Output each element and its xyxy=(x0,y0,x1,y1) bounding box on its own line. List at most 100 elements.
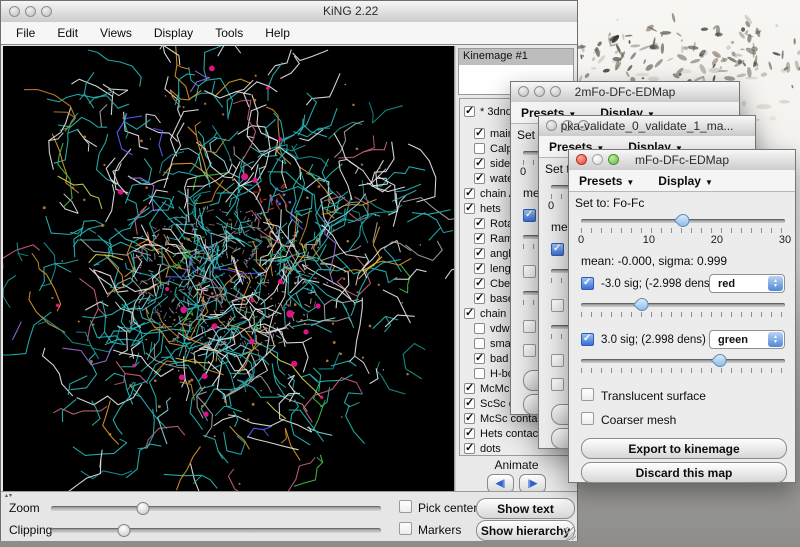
king-titlebar[interactable]: KiNG 2.22 xyxy=(1,1,577,23)
tree-checkbox-chain-b[interactable] xyxy=(464,308,475,319)
tree-checkbox-mcsc-contacts[interactable] xyxy=(464,413,475,424)
menu-views[interactable]: Views xyxy=(89,26,143,40)
tree-checkbox-scsc-contacts[interactable] xyxy=(464,398,475,409)
translucent-checkbox[interactable] xyxy=(523,320,536,333)
coarser-checkbox[interactable] xyxy=(523,344,536,357)
discard-this-map-button[interactable]: Discard this map xyxy=(581,462,787,483)
resize-grip[interactable] xyxy=(563,527,576,540)
window-title: KiNG 2.22 xyxy=(323,4,378,18)
menu-label: Presets xyxy=(579,174,622,188)
tree-checkbox-angle-dev[interactable] xyxy=(474,248,485,259)
close-button-icon[interactable] xyxy=(9,6,20,17)
menu-display[interactable]: Display xyxy=(143,26,204,40)
contour-slider-1-track[interactable] xyxy=(581,359,785,363)
window-title: pka-validate_0_validate_1_ma... xyxy=(539,119,755,133)
markers-checkbox[interactable] xyxy=(399,522,412,535)
tree-label: dots xyxy=(480,443,501,455)
coarser-checkbox[interactable] xyxy=(581,412,594,425)
titlebar[interactable]: mFo-DFc-EDMap xyxy=(569,150,795,171)
tree-checkbox-3dnd[interactable] xyxy=(464,106,475,117)
minimize-button-icon[interactable] xyxy=(25,6,36,17)
contour-checkbox-0[interactable] xyxy=(523,209,536,222)
screen: KiNG 2.22 FileEditViewsDisplayToolsHelp … xyxy=(0,0,800,547)
contour-label-1: 3.0 sig; (2.998 dens) xyxy=(601,334,699,348)
translucent-label: Translucent surface xyxy=(601,389,785,403)
tree-checkbox-rota-outliers[interactable] xyxy=(474,218,485,229)
contour-checkbox-1[interactable] xyxy=(551,299,564,312)
color-select-1[interactable]: green▲▼ xyxy=(709,330,785,349)
tree-checkbox-sidechains[interactable] xyxy=(474,158,485,169)
window-title: 2mFo-DFc-EDMap xyxy=(511,85,739,99)
menu-display[interactable]: Display ▼ xyxy=(658,174,713,188)
tree-checkbox-rama-outliers[interactable] xyxy=(474,233,485,244)
level-slider-thumb[interactable] xyxy=(674,211,692,229)
menu-presets[interactable]: Presets ▼ xyxy=(579,174,634,188)
tree-checkbox-chain-a[interactable] xyxy=(464,188,475,199)
tree-checkbox-h-bonds[interactable] xyxy=(474,368,485,379)
tree-checkbox-hets[interactable] xyxy=(464,203,475,214)
tree-checkbox-waters[interactable] xyxy=(474,173,485,184)
contour-checkbox-0[interactable] xyxy=(551,243,564,256)
color-select-value: red xyxy=(718,278,735,290)
menu-tools[interactable]: Tools xyxy=(204,26,254,40)
tree-label: * 3dnd xyxy=(480,106,512,118)
export-to-kinemage-button[interactable]: Export to kinemage xyxy=(581,438,787,459)
translucent-checkbox[interactable] xyxy=(581,388,594,401)
contour-slider-1-thumb[interactable] xyxy=(711,351,729,369)
tree-checkbox-base-p-perp[interactable] xyxy=(474,293,485,304)
pick-center-checkbox[interactable] xyxy=(399,500,412,513)
contour-slider-0-thumb[interactable] xyxy=(633,295,651,313)
tree-checkbox-length-dev[interactable] xyxy=(474,263,485,274)
markers-label: Markers xyxy=(418,523,461,537)
level-slider-ticks xyxy=(581,228,785,233)
tree-checkbox-small-overlap[interactable] xyxy=(474,338,485,349)
mean-sigma-label: mean: -0.000, sigma: 0.999 xyxy=(581,254,785,268)
tick-label: 0 xyxy=(578,234,584,246)
tick-label: 30 xyxy=(779,234,791,246)
tree-checkbox-vdw-contact[interactable] xyxy=(474,323,485,334)
menu-help[interactable]: Help xyxy=(254,26,301,40)
show-text-button[interactable]: Show text xyxy=(476,498,575,519)
menu-edit[interactable]: Edit xyxy=(46,26,89,40)
select-stepper-icon: ▲▼ xyxy=(768,276,783,291)
titlebar[interactable]: 2mFo-DFc-EDMap xyxy=(511,82,739,103)
contour-slider-0-track[interactable] xyxy=(581,303,785,307)
tree-checkbox-cbeta-dev[interactable] xyxy=(474,278,485,289)
dropdown-arrow-icon: ▼ xyxy=(705,178,713,187)
coarser-label: Coarser mesh xyxy=(601,413,785,427)
tree-checkbox-dots[interactable] xyxy=(464,443,475,454)
set-to-label: Set to: Fo-Fc xyxy=(575,196,791,210)
tick-label: 0 xyxy=(520,166,526,178)
color-select-0[interactable]: red ▲▼ xyxy=(709,274,785,293)
tree-checkbox-calphas[interactable] xyxy=(474,143,485,154)
titlebar[interactable]: pka-validate_0_validate_1_ma... xyxy=(539,116,755,137)
clipping-slider-track[interactable] xyxy=(51,528,381,533)
zoom-button-icon[interactable] xyxy=(41,6,52,17)
translucent-checkbox[interactable] xyxy=(551,354,564,367)
zoom-slider-track[interactable] xyxy=(51,506,381,511)
clipping-slider-thumb[interactable] xyxy=(117,524,130,537)
contour-checkbox-0[interactable] xyxy=(581,277,594,290)
dropdown-arrow-icon: ▼ xyxy=(626,178,634,187)
tree-checkbox-mainchain[interactable] xyxy=(474,128,485,139)
tree-checkbox-hets-contacts[interactable] xyxy=(464,428,475,439)
show-hierarchy-button[interactable]: Show hierarchy xyxy=(476,520,575,541)
bottom-control-bar: ▴▾ Zoom Clipping Pick center Markers Sho… xyxy=(1,491,577,541)
contour-checkbox-1[interactable] xyxy=(523,265,536,278)
contour-label-0: -3.0 sig; (-2.998 dens) xyxy=(601,278,699,292)
splitter-arrows-icon[interactable]: ▴▾ xyxy=(5,492,13,499)
tick-label: 0 xyxy=(548,200,554,212)
color-select-value: green xyxy=(718,334,748,346)
king-menubar: FileEditViewsDisplayToolsHelp xyxy=(1,22,577,45)
tree-checkbox-bad-overlap[interactable] xyxy=(474,353,485,364)
coarser-checkbox[interactable] xyxy=(551,378,564,391)
menu-file[interactable]: File xyxy=(5,26,46,40)
animate-label: Animate xyxy=(456,458,577,472)
zoom-slider-label: Zoom xyxy=(9,501,40,515)
molecule-canvas[interactable] xyxy=(3,46,454,491)
kinemage-list-item[interactable]: Kinemage #1 xyxy=(459,49,573,65)
contour-checkbox-1[interactable] xyxy=(581,333,594,346)
menu-label: Display xyxy=(658,174,701,188)
tree-checkbox-mcmc-contacts[interactable] xyxy=(464,383,475,394)
zoom-slider-thumb[interactable] xyxy=(137,502,150,515)
